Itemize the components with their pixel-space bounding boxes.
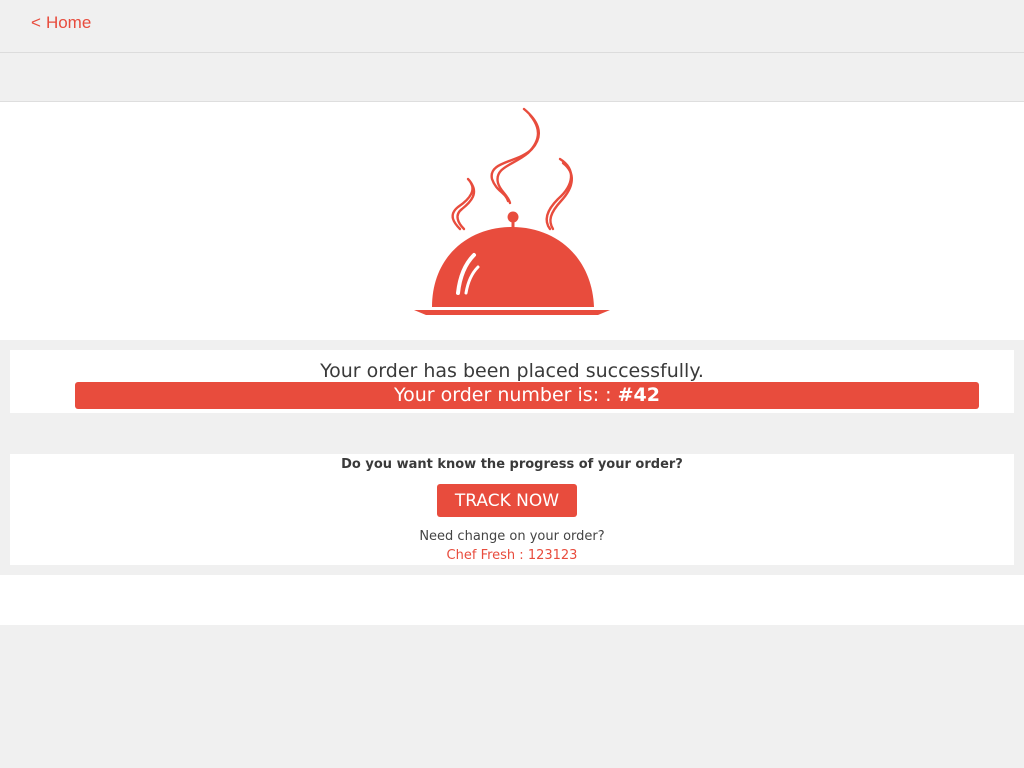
home-link[interactable]: < Home [31, 13, 91, 33]
order-tracking-panel: Do you want know the progress of your or… [0, 444, 1024, 575]
order-confirmation-card: Your order has been placed successfully.… [10, 350, 1014, 413]
food-cloche-icon [414, 107, 610, 315]
change-order-question: Need change on your order? [419, 529, 605, 544]
track-now-button[interactable]: TRACK NOW [437, 484, 577, 517]
footer-spacer [0, 575, 1024, 625]
order-tracking-card: Do you want know the progress of your or… [10, 454, 1014, 565]
back-chevron-icon: < [31, 13, 41, 32]
hero-banner [0, 101, 1024, 341]
order-number-value: #42 [617, 384, 660, 406]
chef-contact-link[interactable]: Chef Fresh : 123123 [10, 548, 1014, 563]
order-success-message: Your order has been placed successfully. [320, 360, 704, 382]
home-label: Home [45, 13, 92, 32]
top-nav-bar: < Home [0, 0, 1024, 53]
order-number-banner: Your order number is: : #42 [75, 382, 979, 409]
progress-question: Do you want know the progress of your or… [341, 457, 683, 472]
order-number-label: Your order number is: : [394, 384, 612, 406]
order-confirmation-panel: Your order has been placed successfully.… [0, 340, 1024, 424]
